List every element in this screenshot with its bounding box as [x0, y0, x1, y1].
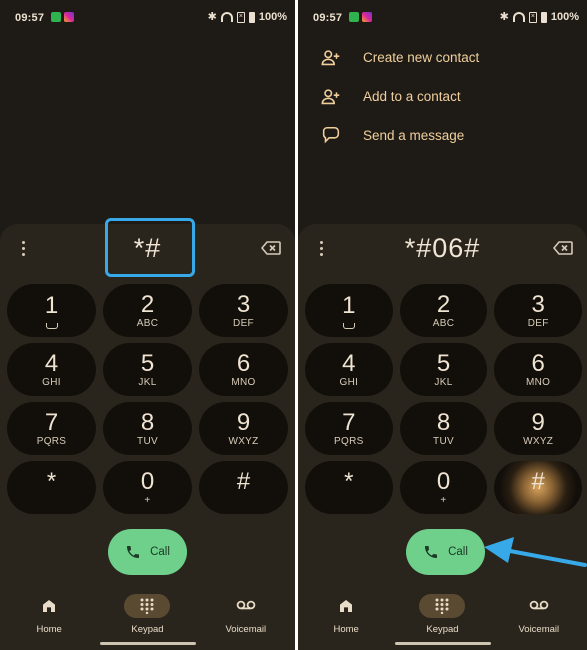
- key-5[interactable]: 5 JKL: [399, 343, 488, 396]
- key-hash[interactable]: #: [199, 461, 288, 514]
- voicemail-icon: [45, 322, 58, 329]
- nav-home[interactable]: Home: [306, 594, 386, 635]
- key-7[interactable]: 7 PQRS: [305, 402, 393, 455]
- digits-highlight-box: [105, 218, 195, 277]
- key-6[interactable]: 6 MNO: [199, 343, 288, 396]
- dialpad-icon: [140, 598, 154, 614]
- key-3[interactable]: 3 DEF: [494, 284, 582, 337]
- key-0[interactable]: 0 +: [103, 461, 192, 514]
- key-9[interactable]: 9 WXYZ: [199, 402, 288, 455]
- whatsapp-notification-icon: [349, 12, 359, 22]
- key-2[interactable]: 2 ABC: [103, 284, 192, 337]
- contact-suggestions: Create new contact Add to a contact Send…: [298, 38, 587, 155]
- dialpad-icon: [435, 598, 449, 614]
- more-options-icon[interactable]: [20, 241, 26, 256]
- dialed-digits[interactable]: *#06#: [338, 231, 547, 265]
- backspace-icon[interactable]: [553, 241, 573, 255]
- call-label: Call: [150, 546, 170, 558]
- whatsapp-notification-icon: [51, 12, 61, 22]
- gesture-bar[interactable]: [99, 642, 196, 645]
- key-8[interactable]: 8 TUV: [103, 402, 192, 455]
- key-7[interactable]: 7 PQRS: [7, 402, 96, 455]
- key-star[interactable]: *: [7, 461, 96, 514]
- nav-home[interactable]: Home: [9, 594, 89, 635]
- bottom-navigation: Home Keypad Voicemail: [0, 584, 295, 650]
- instagram-notification-icon: [64, 12, 74, 22]
- call-button[interactable]: Call: [108, 529, 187, 575]
- instagram-notification-icon: [362, 12, 372, 22]
- create-new-contact-item[interactable]: Create new contact: [298, 38, 587, 77]
- wifi-icon: [220, 12, 233, 22]
- key-1[interactable]: 1: [305, 284, 393, 337]
- nav-keypad-label: Keypad: [426, 624, 459, 635]
- key-4[interactable]: 4 GHI: [7, 343, 96, 396]
- gesture-bar[interactable]: [394, 642, 491, 645]
- keypad-grid: 1 2 ABC 3 DEF 4 GHI 5 JKL 6 MNO 7 PQRS 8 TUV 9W…: [7, 284, 288, 514]
- key-star[interactable]: *: [305, 461, 393, 514]
- no-sim-icon: ×: [236, 11, 245, 23]
- status-bar: 09:57 ✱ × 100%: [0, 0, 295, 34]
- more-options-icon[interactable]: [318, 241, 324, 256]
- backspace-icon[interactable]: [261, 241, 281, 255]
- nav-home-label: Home: [36, 624, 62, 635]
- add-to-contact-label: Add to a contact: [363, 89, 461, 104]
- no-sim-icon: ×: [528, 11, 537, 23]
- pointer-arrow-annotation: [484, 537, 587, 567]
- add-person-icon: [321, 88, 340, 104]
- send-message-item[interactable]: Send a message: [298, 116, 587, 155]
- digits-row: *#: [0, 218, 295, 280]
- key-5[interactable]: 5 JKL: [103, 343, 192, 396]
- message-icon: [322, 126, 340, 143]
- home-icon: [43, 600, 56, 612]
- bottom-navigation: Home Keypad Voicemail: [298, 584, 587, 650]
- add-to-contact-item[interactable]: Add to a contact: [298, 77, 587, 116]
- bluetooth-icon: ✱: [207, 11, 217, 23]
- battery-percent: 100%: [258, 11, 287, 23]
- create-new-contact-label: Create new contact: [363, 50, 480, 65]
- battery-percent: 100%: [550, 11, 579, 23]
- status-time: 09:57: [313, 12, 343, 24]
- nav-keypad[interactable]: Keypad: [107, 594, 187, 635]
- key-0[interactable]: 0 +: [399, 461, 488, 514]
- battery-icon: [248, 11, 255, 23]
- add-person-icon: [321, 49, 340, 65]
- nav-voicemail-label: Voicemail: [518, 624, 560, 635]
- key-4[interactable]: 4 GHI: [305, 343, 393, 396]
- key-6[interactable]: 6 MNO: [494, 343, 582, 396]
- voicemail-icon: [236, 600, 256, 610]
- status-time: 09:57: [15, 12, 45, 24]
- nav-home-label: Home: [333, 624, 359, 635]
- battery-icon: [540, 11, 547, 23]
- nav-voicemail[interactable]: Voicemail: [206, 594, 286, 635]
- send-message-label: Send a message: [363, 128, 465, 143]
- key-8[interactable]: 8 TUV: [399, 402, 488, 455]
- wifi-icon: [512, 12, 525, 22]
- phone-icon: [127, 546, 140, 558]
- key-2[interactable]: 2 ABC: [399, 284, 488, 337]
- nav-keypad[interactable]: Keypad: [402, 594, 482, 635]
- voicemail-icon: [342, 322, 355, 329]
- key-1[interactable]: 1: [7, 284, 96, 337]
- nav-keypad-label: Keypad: [131, 624, 164, 635]
- status-bar: 09:57 ✱ × 100%: [298, 0, 587, 34]
- nav-voicemail[interactable]: Voicemail: [499, 594, 579, 635]
- key-3[interactable]: 3 DEF: [199, 284, 288, 337]
- bluetooth-icon: ✱: [499, 11, 509, 23]
- phone-screen-left: 09:57 ✱ × 100% *# 1 2 ABC 3 DEF 4 GHI 5 JKL: [0, 0, 295, 650]
- nav-voicemail-label: Voicemail: [225, 624, 267, 635]
- digits-row: *#06#: [298, 224, 587, 280]
- home-icon: [340, 600, 353, 612]
- key-hash-pressed[interactable]: #: [494, 461, 582, 514]
- key-9[interactable]: 9 WXYZ: [494, 402, 582, 455]
- voicemail-icon: [529, 600, 549, 610]
- call-label: Call: [448, 546, 468, 558]
- keypad-grid: 1 2 ABC 3 DEF 4 GHI 5 JKL 6 MNO 7 PQRS 8 TUV 9W…: [305, 284, 582, 514]
- phone-icon: [425, 546, 438, 558]
